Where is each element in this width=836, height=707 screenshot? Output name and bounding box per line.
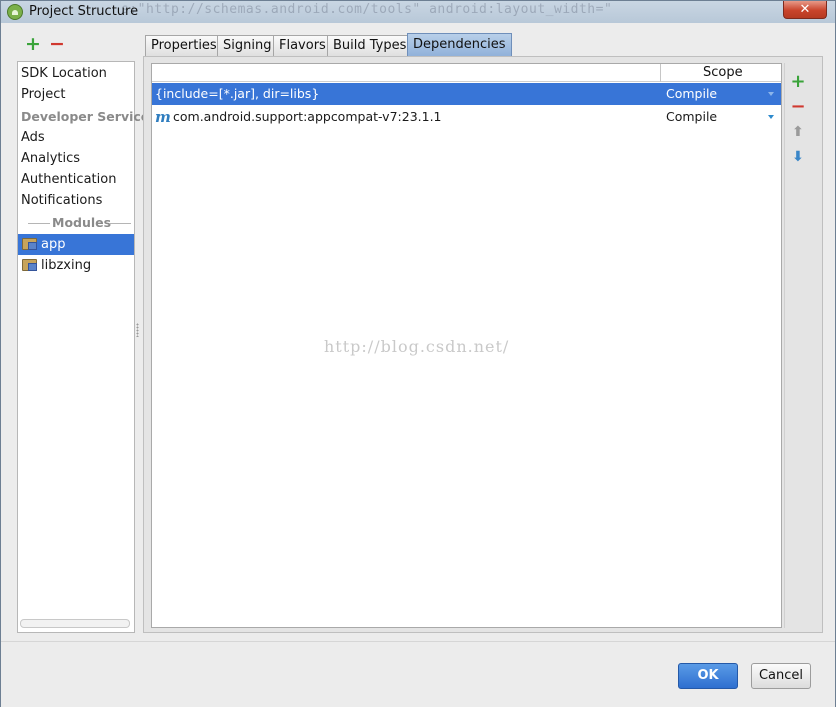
remove-icon[interactable]: −	[49, 35, 65, 54]
sidebar-item-sdk-location[interactable]: SDK Location	[21, 63, 107, 84]
scope-dropdown-icon[interactable]	[768, 92, 774, 96]
module-label: app	[41, 237, 66, 252]
sidebar-item-authentication[interactable]: Authentication	[21, 169, 116, 190]
tab-dependencies[interactable]: Dependencies	[407, 33, 512, 57]
ok-button[interactable]: OK	[678, 663, 738, 689]
dependencies-panel: Scope {include=[*.jar], dir=libs} Compil…	[143, 56, 823, 633]
sidebar-module-app[interactable]: app	[18, 234, 134, 255]
tab-build-types[interactable]: Build Types	[327, 35, 413, 57]
module-label: libzxing	[41, 258, 92, 273]
cancel-button[interactable]: Cancel	[751, 663, 811, 689]
sidebar-item-notifications[interactable]: Notifications	[21, 190, 102, 211]
project-structure-dialog: s:"http://schemas.android.com/tools" and…	[0, 0, 836, 707]
android-studio-icon	[7, 4, 23, 20]
sidebar-item-ads[interactable]: Ads	[21, 127, 45, 148]
move-up-icon[interactable]: ⬆	[790, 124, 806, 140]
move-down-icon[interactable]: ⬇	[790, 149, 806, 165]
sidebar: SDK Location Project Developer Services …	[17, 61, 157, 633]
dialog-content: + − SDK Location Project Developer Servi…	[7, 23, 829, 641]
add-icon[interactable]: +	[25, 35, 41, 54]
dependencies-table: Scope {include=[*.jar], dir=libs} Compil…	[151, 63, 782, 628]
sidebar-module-libzxing[interactable]: libzxing	[18, 255, 134, 276]
watermark-text: http://blog.csdn.net/	[324, 337, 510, 356]
dependency-toolbar: + − ⬆ ⬇	[784, 63, 810, 628]
table-header: Scope	[152, 64, 781, 82]
sidebar-item-project[interactable]: Project	[21, 84, 65, 105]
column-divider[interactable]	[660, 64, 661, 82]
maven-library-icon: m	[155, 108, 171, 126]
splitter-handle[interactable]	[136, 323, 139, 337]
background-code-text: s:"http://schemas.android.com/tools" and…	[121, 2, 613, 17]
scope-dropdown-icon[interactable]	[768, 115, 774, 119]
close-button[interactable]: ✕	[783, 1, 827, 19]
window-title: Project Structure	[29, 4, 139, 19]
sidebar-item-analytics[interactable]: Analytics	[21, 148, 80, 169]
dependency-name: {include=[*.jar], dir=libs}	[155, 86, 320, 101]
tab-properties[interactable]: Properties	[145, 35, 223, 57]
modules-separator: Modules	[20, 213, 132, 234]
dependency-scope[interactable]: Compile	[666, 83, 717, 105]
table-row[interactable]: {include=[*.jar], dir=libs} Compile	[152, 83, 781, 105]
tab-flavors[interactable]: Flavors	[273, 35, 332, 57]
module-folder-icon	[22, 259, 37, 271]
separator-line	[109, 223, 131, 224]
module-folder-icon	[22, 238, 37, 250]
tab-signing[interactable]: Signing	[217, 35, 278, 57]
separator-line	[28, 223, 50, 224]
sidebar-group-developer-services: Developer Services	[21, 109, 157, 124]
column-header-scope[interactable]: Scope	[703, 65, 743, 80]
dependency-name: com.android.support:appcompat-v7:23.1.1	[173, 109, 442, 124]
dependency-scope[interactable]: Compile	[666, 106, 717, 128]
modules-header: Modules	[52, 215, 112, 230]
add-dependency-icon[interactable]: +	[790, 73, 806, 91]
remove-dependency-icon[interactable]: −	[790, 98, 806, 116]
title-bar: s:"http://schemas.android.com/tools" and…	[1, 1, 835, 23]
dialog-footer: OK Cancel	[1, 641, 835, 707]
sidebar-horizontal-scrollbar[interactable]	[20, 619, 130, 628]
table-row[interactable]: m com.android.support:appcompat-v7:23.1.…	[152, 106, 781, 128]
